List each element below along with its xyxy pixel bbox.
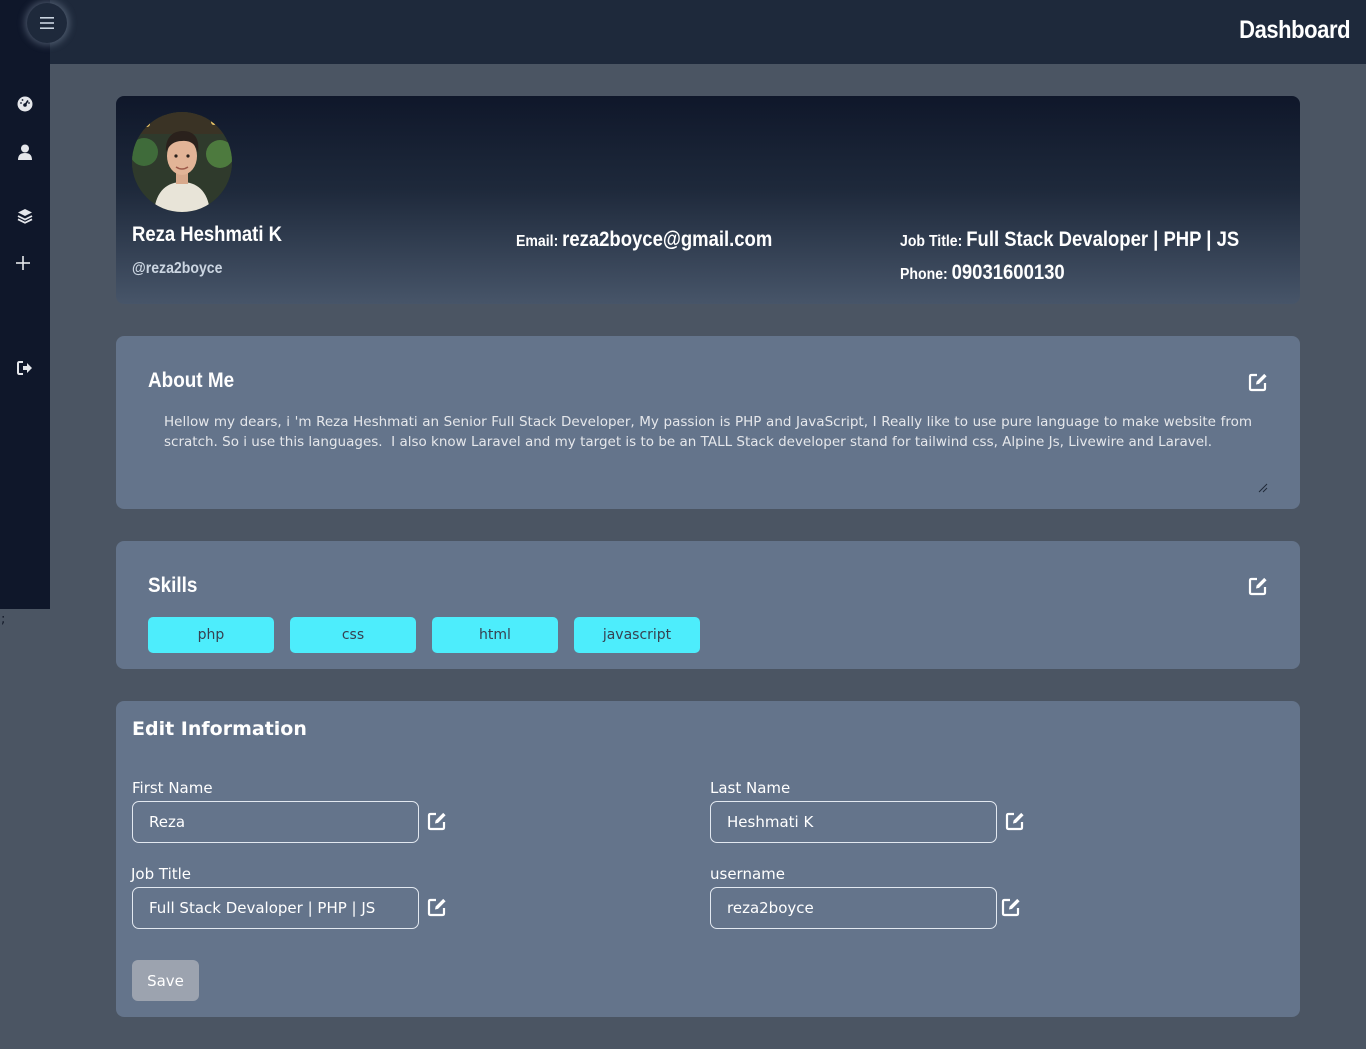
edit-information-card: Edit Information First Name Last Name Jo… <box>116 701 1300 1017</box>
email-label: Email: <box>516 233 559 250</box>
job-title-label: Job Title: <box>900 233 963 250</box>
skill-tag[interactable]: html <box>432 617 558 653</box>
profile-phone: Phone: 09031600130 <box>900 261 1065 285</box>
username-field[interactable] <box>710 887 997 929</box>
layers-icon <box>17 209 33 224</box>
plus-icon <box>16 256 30 270</box>
edit-icon <box>1001 898 1020 917</box>
page-title: Dashboard <box>1239 16 1350 44</box>
sign-out-icon <box>17 361 32 375</box>
profile-email: Email: reza2boyce@gmail.com <box>516 228 772 252</box>
email-value: reza2boyce@gmail.com <box>562 228 773 251</box>
profile-name: Reza Heshmati K <box>132 223 282 246</box>
user-icon <box>18 144 32 160</box>
skills-card: Skills php css html javascript <box>116 541 1300 669</box>
phone-label: Phone: <box>900 266 948 283</box>
skill-tag[interactable]: javascript <box>574 617 700 653</box>
sidebar-item-layers[interactable] <box>15 206 35 226</box>
about-textarea[interactable]: Hellow my dears, i 'm Reza Heshmati an S… <box>164 412 1252 472</box>
stray-text: ; <box>1 612 6 627</box>
skill-tag[interactable]: css <box>290 617 416 653</box>
sidebar-item-logout[interactable] <box>15 358 35 378</box>
edit-icon <box>427 898 446 917</box>
sidebar-item-profile[interactable] <box>15 142 35 162</box>
edit-about-button[interactable] <box>1247 371 1269 393</box>
about-card: About Me Hellow my dears, i 'm Reza Hesh… <box>116 336 1300 509</box>
skills-title: Skills <box>148 574 198 597</box>
last-name-field[interactable] <box>710 801 997 843</box>
first-name-field[interactable] <box>132 801 419 843</box>
edit-skills-button[interactable] <box>1247 575 1269 597</box>
about-title: About Me <box>148 369 235 392</box>
tachometer-icon <box>17 96 33 112</box>
phone-value: 09031600130 <box>951 261 1065 284</box>
job-title-value: Full Stack Devaloper | PHP | JS <box>966 228 1240 251</box>
resize-handle-icon[interactable] <box>1258 483 1268 493</box>
edit-icon <box>427 812 446 831</box>
hamburger-icon <box>40 17 54 29</box>
menu-toggle-button[interactable] <box>27 3 67 43</box>
edit-icon <box>1248 577 1267 596</box>
edit-information-title: Edit Information <box>132 718 307 740</box>
profile-username: @reza2boyce <box>132 260 223 277</box>
profile-card: Reza Heshmati K @reza2boyce Email: reza2… <box>116 96 1300 304</box>
save-button[interactable]: Save <box>132 960 199 1001</box>
sidebar-item-add[interactable] <box>13 253 33 273</box>
edit-job-title-button[interactable] <box>426 896 448 918</box>
avatar <box>132 112 232 212</box>
job-title-label: Job Title <box>131 865 192 883</box>
username-label: username <box>710 865 785 883</box>
edit-last-name-button[interactable] <box>1004 810 1026 832</box>
first-name-label: First Name <box>132 779 213 797</box>
job-title-field[interactable] <box>132 887 419 929</box>
last-name-label: Last Name <box>710 779 791 797</box>
edit-icon <box>1005 812 1024 831</box>
edit-username-button[interactable] <box>1000 896 1022 918</box>
sidebar <box>0 0 67 609</box>
skill-tag[interactable]: php <box>148 617 274 653</box>
profile-job-title: Job Title: Full Stack Devaloper | PHP | … <box>900 228 1239 252</box>
edit-first-name-button[interactable] <box>426 810 448 832</box>
edit-icon <box>1248 373 1267 392</box>
top-bar: Dashboard <box>0 0 1366 64</box>
sidebar-item-dashboard[interactable] <box>15 94 35 114</box>
